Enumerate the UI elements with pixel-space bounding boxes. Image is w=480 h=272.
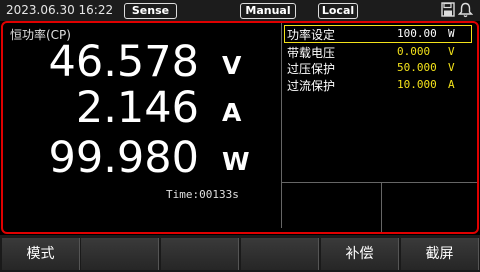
power-unit: W xyxy=(222,147,250,176)
softkey-screenshot[interactable]: 截屏 xyxy=(401,238,479,270)
param-value: 100.00 xyxy=(397,27,437,40)
sense-button[interactable]: Sense xyxy=(124,3,177,19)
softkey-bar: 模式 补偿 截屏 xyxy=(0,235,480,272)
current-reading: 2.146 xyxy=(75,83,199,133)
param-value: 0.000 xyxy=(397,45,431,58)
softkey-3[interactable] xyxy=(161,238,239,270)
param-label: 过压保护 xyxy=(287,62,336,76)
softkey-mode[interactable]: 模式 xyxy=(2,238,80,270)
power-reading: 99.980 xyxy=(48,133,199,183)
softkey-4[interactable] xyxy=(241,238,319,270)
param-unit: W xyxy=(448,27,455,40)
divider xyxy=(281,23,282,228)
param-label: 过流保护 xyxy=(287,79,336,93)
bell-icon[interactable] xyxy=(458,2,473,18)
param-load-voltage[interactable]: 带载电压 0.000 V xyxy=(285,44,471,60)
param-power-setting[interactable]: 功率设定 100.00 W xyxy=(284,25,472,43)
local-button[interactable]: Local xyxy=(318,3,358,19)
param-label: 带载电压 xyxy=(287,46,336,60)
elapsed-time: Time:00133s xyxy=(166,188,239,201)
datetime: 2023.06.30 16:22 xyxy=(6,3,114,17)
divider xyxy=(282,182,477,183)
current-unit: A xyxy=(222,98,242,127)
status-bar: 2023.06.30 16:22 Sense Manual Local xyxy=(0,0,480,21)
param-overvoltage-protection[interactable]: 过压保护 50.000 V xyxy=(285,60,471,76)
param-value: 50.000 xyxy=(397,61,437,74)
divider xyxy=(381,182,382,232)
param-unit: V xyxy=(448,45,455,58)
manual-button[interactable]: Manual xyxy=(240,3,296,19)
softkey-compensate[interactable]: 补偿 xyxy=(321,238,399,270)
param-value: 10.000 xyxy=(397,78,437,91)
param-unit: A xyxy=(448,78,455,91)
main-display-panel: 恒功率(CP) 46.578 V 2.146 A 99.980 W Time:0… xyxy=(1,21,479,234)
param-label: 功率设定 xyxy=(287,28,336,42)
voltage-unit: V xyxy=(222,51,242,80)
save-icon[interactable] xyxy=(441,2,455,17)
voltage-reading: 46.578 xyxy=(48,37,199,87)
softkey-2[interactable] xyxy=(81,238,159,270)
param-overcurrent-protection[interactable]: 过流保护 10.000 A xyxy=(285,77,471,93)
param-unit: V xyxy=(448,61,455,74)
